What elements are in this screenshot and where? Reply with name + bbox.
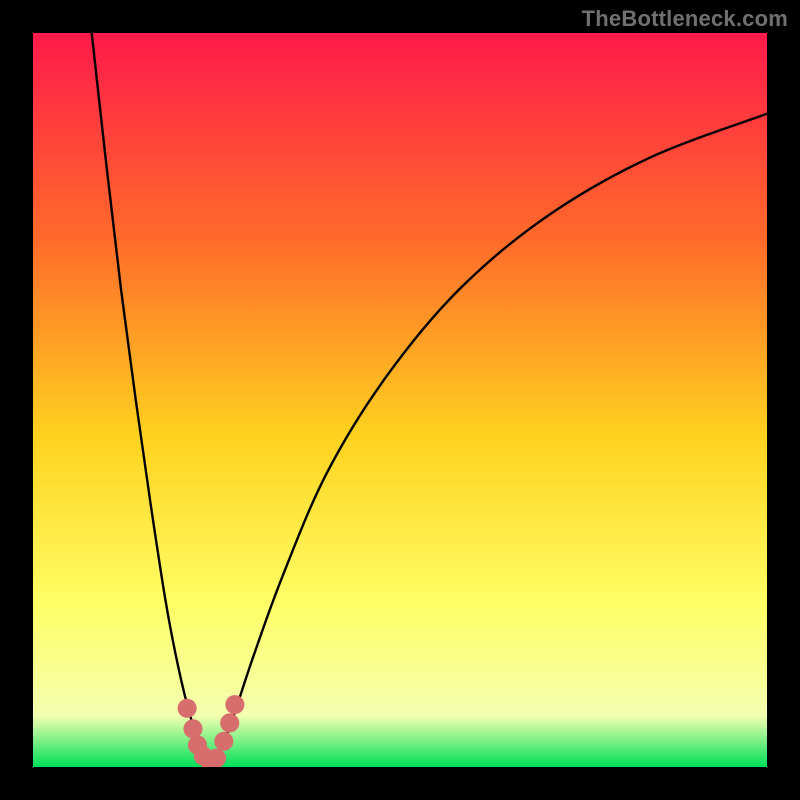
outer-black-frame: TheBottleneck.com [0,0,800,800]
marker-dot [183,719,202,738]
marker-dot [225,695,244,714]
marker-dot [220,713,239,732]
marker-dot [178,699,197,718]
watermark-text: TheBottleneck.com [582,6,788,32]
plot-area [33,33,767,767]
bottleneck-curve-chart [33,33,767,767]
marker-dot [214,732,233,751]
gradient-background [33,33,767,767]
marker-dot [207,749,226,767]
